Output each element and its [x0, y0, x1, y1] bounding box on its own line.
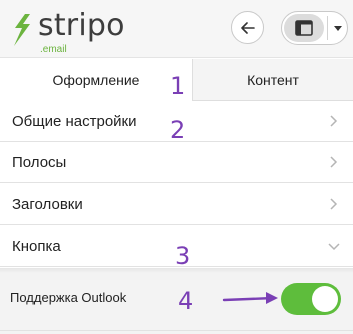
view-mode-dropdown[interactable]	[328, 12, 347, 44]
tab-label: Контент	[247, 71, 299, 88]
tab-label: Оформление	[52, 72, 140, 88]
outlook-support-toggle[interactable]	[281, 283, 341, 315]
section-label: Заголовки	[12, 195, 83, 213]
section-label: Кнопка	[12, 237, 61, 255]
divider	[0, 330, 353, 331]
back-button[interactable]	[231, 11, 264, 44]
annotation-marker: 3	[175, 242, 191, 270]
logo-subtext: .email	[40, 44, 67, 55]
top-bar: stripo .email	[0, 0, 353, 58]
tab-content[interactable]: Контент	[193, 59, 353, 101]
annotation-marker: 4	[178, 287, 194, 315]
chevron-right-icon	[330, 198, 338, 210]
annotation-arrow-icon	[222, 292, 278, 304]
toggle-knob	[312, 286, 338, 312]
outlook-support-label: Поддержка Outlook	[10, 290, 127, 305]
chevron-down-icon	[328, 243, 340, 251]
section-label: Общие настройки	[12, 112, 137, 130]
annotation-marker: 1	[170, 72, 186, 100]
section-label: Полосы	[12, 153, 67, 171]
stripo-logo-mark-icon	[14, 14, 30, 46]
layout-panel-icon	[295, 20, 313, 36]
annotation-marker: 2	[170, 116, 186, 144]
view-mode-button[interactable]	[284, 14, 324, 42]
stripo-logo[interactable]: stripo .email	[10, 8, 124, 55]
chevron-right-icon	[330, 156, 338, 168]
chevron-right-icon	[330, 115, 338, 127]
tab-design[interactable]: Оформление	[0, 59, 193, 101]
arrow-left-icon	[240, 21, 255, 34]
view-mode-switcher	[281, 11, 348, 45]
section-stripes[interactable]: Полосы	[0, 142, 353, 183]
logo-text: stripo	[38, 8, 125, 43]
section-headings[interactable]: Заголовки	[0, 184, 353, 225]
caret-down-icon	[334, 25, 342, 31]
